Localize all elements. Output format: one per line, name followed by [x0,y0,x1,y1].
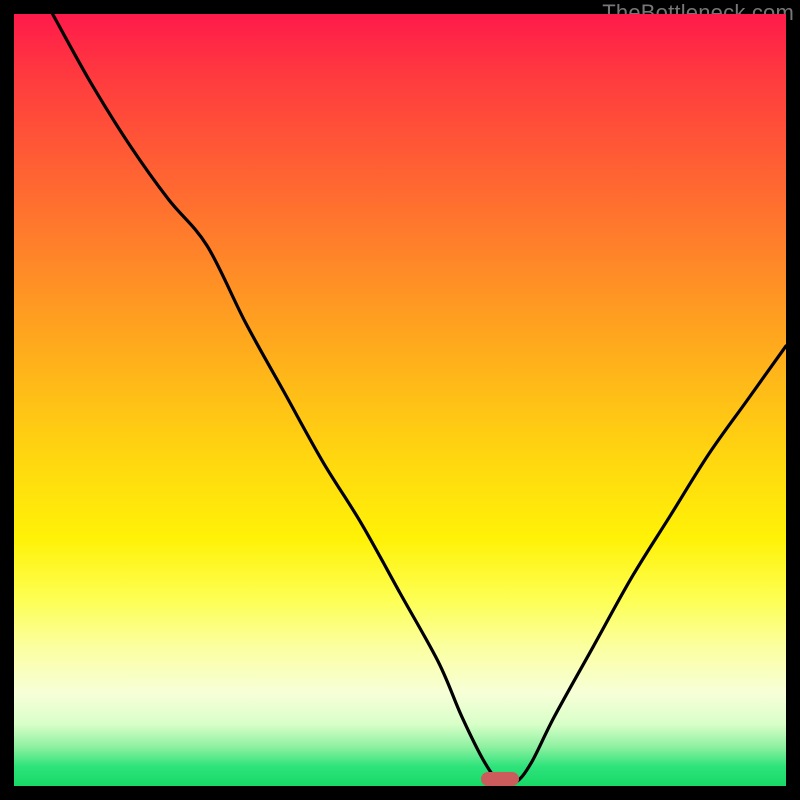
bottleneck-curve [14,14,786,786]
plot-area [14,14,786,786]
chart-frame: TheBottleneck.com [0,0,800,800]
optimal-marker [481,772,519,786]
